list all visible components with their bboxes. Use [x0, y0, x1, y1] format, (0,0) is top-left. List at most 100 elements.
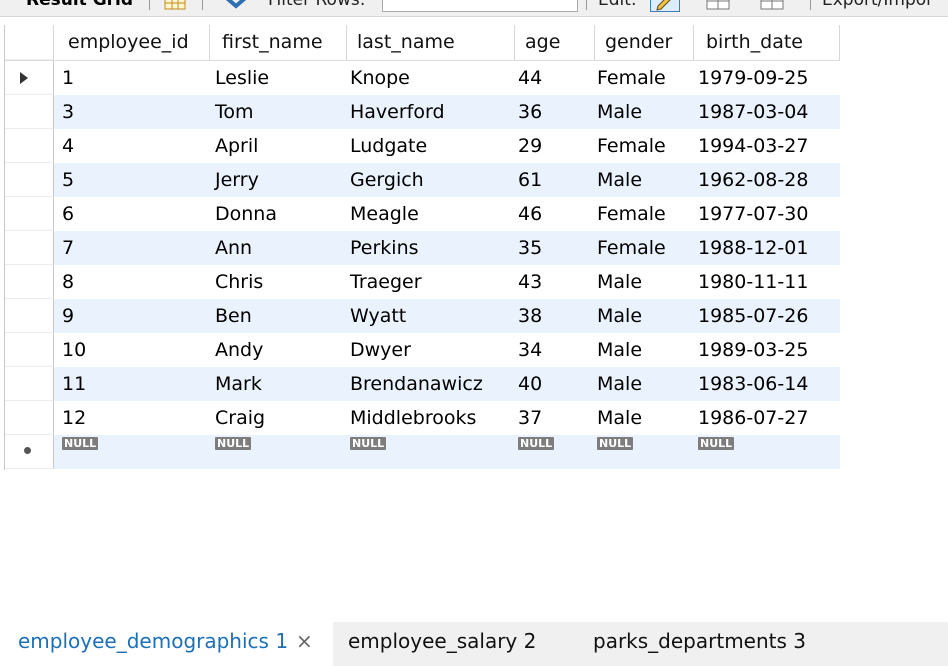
cell-last-name[interactable]: Wyatt	[347, 299, 515, 333]
cell-first-name[interactable]: Chris	[210, 265, 347, 299]
row-selector[interactable]	[5, 333, 54, 367]
cell-gender[interactable]: Male	[595, 95, 694, 129]
cell-birth-date[interactable]: 1985-07-26	[694, 299, 840, 333]
cell-last-name[interactable]: Knope	[347, 61, 515, 95]
column-header-employee-id[interactable]: employee_id	[54, 25, 210, 60]
cell-employee-id[interactable]: 5	[54, 163, 210, 197]
cell-gender[interactable]: Male	[595, 367, 694, 401]
tab-employee-demographics[interactable]: employee_demographics 1 ×	[0, 622, 333, 666]
cell-birth-date[interactable]: 1986-07-27	[694, 401, 840, 435]
filter-icon[interactable]	[220, 0, 254, 10]
cell-last-name[interactable]: Traeger	[347, 265, 515, 299]
cell-first-name[interactable]: April	[210, 129, 347, 163]
cell-age[interactable]: 61	[515, 163, 595, 197]
cell-gender[interactable]: Female	[595, 197, 694, 231]
cell-last-name[interactable]: Brendanawicz	[347, 367, 515, 401]
cell-age[interactable]: NULL	[515, 435, 595, 469]
row-selector[interactable]	[5, 95, 54, 129]
table-row[interactable]: 12 Craig Middlebrooks 37 Male 1986-07-27	[5, 401, 840, 435]
column-header-first-name[interactable]: first_name	[210, 25, 347, 60]
table-row[interactable]: 4 April Ludgate 29 Female 1994-03-27	[5, 129, 840, 163]
cell-last-name[interactable]: Meagle	[347, 197, 515, 231]
new-row[interactable]: NULL NULL NULL NULL NULL NULL	[5, 435, 840, 469]
cell-first-name[interactable]: Mark	[210, 367, 347, 401]
cell-birth-date[interactable]: 1962-08-28	[694, 163, 840, 197]
cell-last-name[interactable]: Haverford	[347, 95, 515, 129]
tab-employee-salary[interactable]: employee_salary 2	[330, 622, 570, 666]
cell-age[interactable]: 38	[515, 299, 595, 333]
cell-gender[interactable]: Male	[595, 163, 694, 197]
cell-last-name[interactable]: Gergich	[347, 163, 515, 197]
table-row[interactable]: 6 Donna Meagle 46 Female 1977-07-30	[5, 197, 840, 231]
cell-last-name[interactable]: Ludgate	[347, 129, 515, 163]
cell-first-name[interactable]: Leslie	[210, 61, 347, 95]
cell-last-name[interactable]: NULL	[347, 435, 515, 469]
cell-employee-id[interactable]: 9	[54, 299, 210, 333]
cell-age[interactable]: 36	[515, 95, 595, 129]
cell-employee-id[interactable]: 1	[54, 61, 210, 95]
table-row[interactable]: 3 Tom Haverford 36 Male 1987-03-04	[5, 95, 840, 129]
edit-pencil-button[interactable]	[650, 0, 680, 12]
cell-age[interactable]: 37	[515, 401, 595, 435]
filter-rows-input[interactable]	[382, 0, 578, 12]
cell-age[interactable]: 29	[515, 129, 595, 163]
cell-last-name[interactable]: Middlebrooks	[347, 401, 515, 435]
cell-gender[interactable]: Male	[595, 401, 694, 435]
cell-employee-id[interactable]: 6	[54, 197, 210, 231]
cell-employee-id[interactable]: 7	[54, 231, 210, 265]
cell-age[interactable]: 43	[515, 265, 595, 299]
row-selector[interactable]	[5, 61, 54, 95]
row-selector[interactable]	[5, 299, 54, 333]
cell-gender[interactable]: Male	[595, 299, 694, 333]
table-row[interactable]: 10 Andy Dwyer 34 Male 1989-03-25	[5, 333, 840, 367]
cell-employee-id[interactable]: 12	[54, 401, 210, 435]
table-row[interactable]: 8 Chris Traeger 43 Male 1980-11-11	[5, 265, 840, 299]
cell-first-name[interactable]: Craig	[210, 401, 347, 435]
tab-parks-departments[interactable]: parks_departments 3	[575, 622, 835, 666]
cell-employee-id[interactable]: 8	[54, 265, 210, 299]
row-selector[interactable]	[5, 197, 54, 231]
cell-gender[interactable]: Female	[595, 61, 694, 95]
cell-birth-date[interactable]: 1980-11-11	[694, 265, 840, 299]
cell-gender[interactable]: NULL	[595, 435, 694, 469]
cell-birth-date[interactable]: 1979-09-25	[694, 61, 840, 95]
cell-last-name[interactable]: Dwyer	[347, 333, 515, 367]
column-header-age[interactable]: age	[515, 25, 595, 60]
cell-age[interactable]: 35	[515, 231, 595, 265]
cell-birth-date[interactable]: 1994-03-27	[694, 129, 840, 163]
cell-gender[interactable]: Female	[595, 231, 694, 265]
result-grid-label[interactable]: Result Grid	[26, 0, 133, 10]
cell-first-name[interactable]: Jerry	[210, 163, 347, 197]
cell-gender[interactable]: Female	[595, 129, 694, 163]
row-selector[interactable]	[5, 401, 54, 435]
cell-employee-id[interactable]: 10	[54, 333, 210, 367]
table-row[interactable]: 1 Leslie Knope 44 Female 1979-09-25	[5, 61, 840, 95]
column-header-gender[interactable]: gender	[595, 25, 694, 60]
table-row[interactable]: 7 Ann Perkins 35 Female 1988-12-01	[5, 231, 840, 265]
cell-first-name[interactable]: Ann	[210, 231, 347, 265]
column-header-last-name[interactable]: last_name	[347, 25, 515, 60]
cell-birth-date[interactable]: 1987-03-04	[694, 95, 840, 129]
cell-employee-id[interactable]: 11	[54, 367, 210, 401]
cell-first-name[interactable]: Ben	[210, 299, 347, 333]
row-selector[interactable]	[5, 265, 54, 299]
cell-employee-id[interactable]: 3	[54, 95, 210, 129]
cell-age[interactable]: 44	[515, 61, 595, 95]
cell-last-name[interactable]: Perkins	[347, 231, 515, 265]
cell-gender[interactable]: Male	[595, 333, 694, 367]
cell-birth-date[interactable]: 1977-07-30	[694, 197, 840, 231]
row-selector[interactable]	[5, 163, 54, 197]
cell-age[interactable]: 40	[515, 367, 595, 401]
column-header-birth-date[interactable]: birth_date	[694, 25, 840, 60]
cell-birth-date[interactable]: 1988-12-01	[694, 231, 840, 265]
new-row-selector[interactable]	[5, 435, 54, 469]
cell-birth-date[interactable]: 1989-03-25	[694, 333, 840, 367]
row-selector[interactable]	[5, 129, 54, 163]
add-row-icon[interactable]	[706, 0, 740, 10]
row-selector[interactable]	[5, 231, 54, 265]
cell-first-name[interactable]: NULL	[210, 435, 347, 469]
cell-first-name[interactable]: Andy	[210, 333, 347, 367]
cell-age[interactable]: 34	[515, 333, 595, 367]
cell-gender[interactable]: Male	[595, 265, 694, 299]
cell-age[interactable]: 46	[515, 197, 595, 231]
